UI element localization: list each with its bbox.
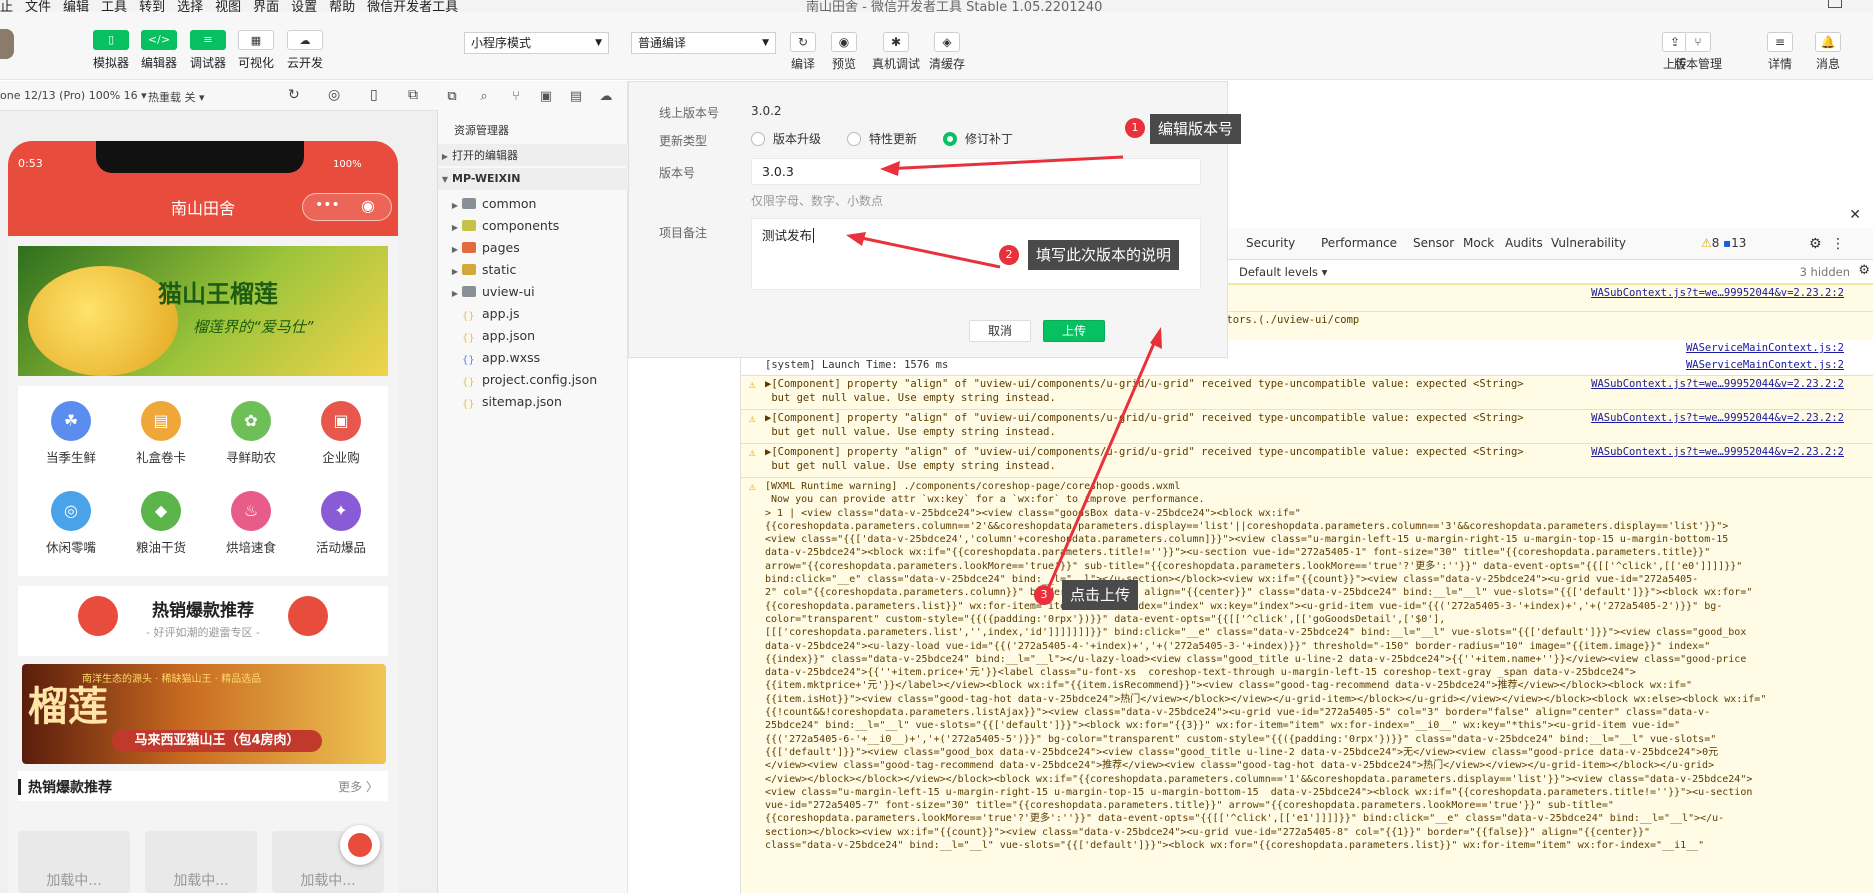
arrow-1 [884, 155, 1124, 171]
arrow-1-head [880, 161, 900, 176]
callout-1-number: 1 [1125, 118, 1145, 138]
arrow-2 [851, 234, 1001, 269]
callout-2: 填写此次版本的说明 [1028, 240, 1180, 270]
callout-2-number: 2 [999, 245, 1019, 265]
annotation-arrows [846, 155, 1162, 597]
callout-1: 编辑版本号 [1150, 114, 1242, 144]
callout-3: 点击上传 [1062, 580, 1139, 610]
arrow-3 [1043, 333, 1160, 597]
callout-3-number: 3 [1034, 585, 1054, 605]
arrow-2-head [846, 232, 866, 246]
